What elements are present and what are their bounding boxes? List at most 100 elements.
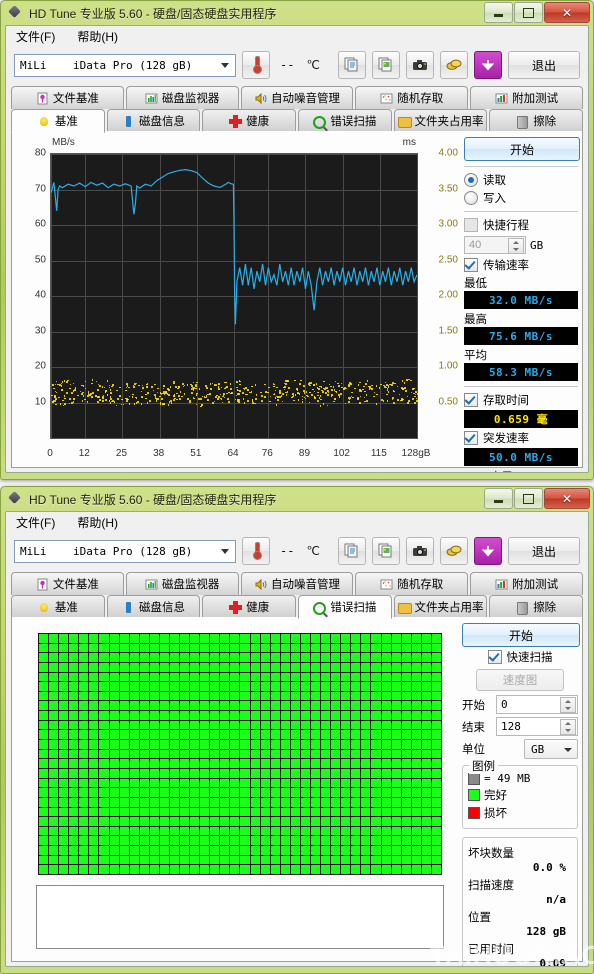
tab-health[interactable]: 健康 <box>202 109 297 132</box>
disk-monitor-icon <box>145 578 158 591</box>
copy-text-button[interactable] <box>338 537 366 565</box>
maximize-button[interactable] <box>514 488 543 509</box>
menu-file[interactable]: 文件(F) <box>16 28 55 45</box>
stepper-arrows-icon[interactable] <box>560 697 576 713</box>
stepper-arrows-icon[interactable] <box>508 238 524 254</box>
copy-image-button[interactable] <box>372 537 400 565</box>
unit-select[interactable]: GB <box>524 739 578 759</box>
minimize-button[interactable] <box>484 488 513 509</box>
exit-button[interactable]: 退出 <box>508 51 580 79</box>
radio-write[interactable]: 写入 <box>464 190 578 206</box>
tab-disk-info[interactable]: 磁盘信息 <box>106 595 201 618</box>
menu-help[interactable]: 帮助(H) <box>77 514 118 531</box>
download-button[interactable] <box>474 537 502 565</box>
log-textbox[interactable] <box>36 885 444 949</box>
download-button[interactable] <box>474 51 502 79</box>
tab-label: 自动噪音管理 <box>270 579 340 591</box>
transfer-rate-checkbox[interactable]: 传输速率 <box>464 257 578 273</box>
tab-row-top: 文件基准 磁盘监视器 自动噪音管理 随机存取 附加测试 <box>11 86 583 109</box>
tab-disk-monitor[interactable]: 磁盘监视器 <box>125 572 239 595</box>
block-cell <box>159 807 169 817</box>
burst-rate-checkbox[interactable]: 突发速率 <box>464 430 578 446</box>
copy-text-button[interactable] <box>338 51 366 79</box>
screenshot-button[interactable] <box>406 51 434 79</box>
coins-button[interactable] <box>440 51 468 79</box>
block-map[interactable] <box>38 633 442 875</box>
drive-selector[interactable]: MiLi iData Pro (128 gB) <box>14 539 236 563</box>
block-cell <box>200 653 210 662</box>
access-time-point <box>365 383 367 386</box>
menu-file[interactable]: 文件(F) <box>16 514 55 531</box>
access-time-point <box>296 392 299 394</box>
exit-button[interactable]: 退出 <box>508 537 580 565</box>
maximize-button[interactable] <box>514 2 543 23</box>
tab-disk-monitor[interactable]: 磁盘监视器 <box>125 86 239 109</box>
access-time-point <box>200 405 202 408</box>
tab-benchmark[interactable]: 基准 <box>11 595 105 618</box>
radio-read[interactable]: 读取 <box>464 172 578 188</box>
folder-icon <box>397 601 412 614</box>
tab-file-benchmark[interactable]: 文件基准 <box>11 86 124 109</box>
block-cell <box>341 682 351 691</box>
close-button[interactable]: ✕ <box>544 2 590 23</box>
short-stroke-input[interactable]: 40 <box>464 236 526 254</box>
block-cell <box>49 759 59 768</box>
minimize-button[interactable] <box>484 2 513 23</box>
short-stroke-stepper[interactable]: 40 GB <box>464 236 578 254</box>
block-cell <box>351 662 361 672</box>
coins-button[interactable] <box>440 537 468 565</box>
tab-folder-usage[interactable]: 文件夹占用率 <box>393 109 488 132</box>
block-cell <box>39 788 49 797</box>
tab-folder-usage[interactable]: 文件夹占用率 <box>393 595 488 618</box>
temperature-button[interactable] <box>242 51 270 79</box>
short-stroke-checkbox[interactable]: 快捷行程 <box>464 217 578 233</box>
block-cell <box>59 740 69 749</box>
block-cell <box>351 788 361 797</box>
tab-health[interactable]: 健康 <box>202 595 297 618</box>
tab-file-benchmark[interactable]: 文件基准 <box>11 572 124 595</box>
block-cell <box>411 788 421 797</box>
quick-scan-checkbox[interactable]: 快速扫描 <box>462 649 578 665</box>
end-field-input[interactable]: 128 <box>496 717 578 736</box>
close-button[interactable]: ✕ <box>544 488 590 509</box>
tab-aam[interactable]: 自动噪音管理 <box>240 572 354 595</box>
tab-extra-tests[interactable]: 附加测试 <box>470 86 583 109</box>
temperature-button[interactable] <box>242 537 270 565</box>
menu-help[interactable]: 帮助(H) <box>77 28 118 45</box>
tab-error-scan[interactable]: 错误扫描 <box>298 595 392 619</box>
block-cell <box>421 768 431 778</box>
block-cell <box>69 730 79 740</box>
copy-image-button[interactable] <box>372 51 400 79</box>
stepper-arrows-icon[interactable] <box>560 719 576 735</box>
tab-erase[interactable]: 擦除 <box>489 595 584 618</box>
block-cell <box>300 720 311 730</box>
block-cell <box>69 711 79 720</box>
drive-selector[interactable]: MiLi iData Pro (128 gB) <box>14 53 236 77</box>
tab-aam[interactable]: 自动噪音管理 <box>240 86 354 109</box>
tab-benchmark[interactable]: 基准 <box>11 109 105 133</box>
block-cell <box>240 759 250 768</box>
random-access-icon <box>380 92 393 105</box>
block-cell <box>49 807 59 817</box>
screenshot-button[interactable] <box>406 537 434 565</box>
menubar: 文件(F) 帮助(H) <box>6 26 588 47</box>
block-cell <box>411 711 421 720</box>
tab-disk-info[interactable]: 磁盘信息 <box>106 109 201 132</box>
block-cell <box>331 653 341 662</box>
block-cell <box>49 778 59 788</box>
block-cell <box>149 749 159 759</box>
block-cell <box>220 720 230 730</box>
start-field-input[interactable]: 0 <box>496 695 578 714</box>
tab-random-access[interactable]: 随机存取 <box>355 86 469 109</box>
tab-erase[interactable]: 擦除 <box>489 109 584 132</box>
tab-error-scan[interactable]: 错误扫描 <box>298 109 392 132</box>
start-button[interactable]: 开始 <box>462 623 580 647</box>
block-cell <box>421 865 431 874</box>
block-cell <box>139 749 149 759</box>
tab-extra-tests[interactable]: 附加测试 <box>470 572 583 595</box>
block-cell <box>431 634 441 643</box>
access-time-checkbox[interactable]: 存取时间 <box>464 392 578 408</box>
block-cell <box>240 672 250 682</box>
start-button[interactable]: 开始 <box>464 137 580 161</box>
tab-random-access[interactable]: 随机存取 <box>355 572 469 595</box>
